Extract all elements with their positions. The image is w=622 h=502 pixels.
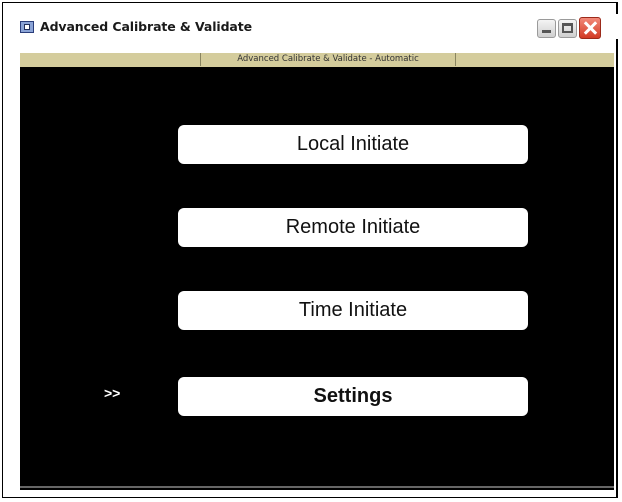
- window-title: Advanced Calibrate & Validate: [40, 19, 253, 34]
- mode-header-label: Advanced Calibrate & Validate - Automati…: [200, 53, 456, 66]
- time-initiate-button[interactable]: Time Initiate: [178, 291, 528, 330]
- minimize-icon[interactable]: [537, 19, 556, 38]
- local-initiate-button[interactable]: Local Initiate: [178, 125, 528, 164]
- title-bar[interactable]: Advanced Calibrate & Validate: [14, 14, 622, 39]
- bottom-divider: [20, 486, 614, 488]
- close-icon[interactable]: [579, 17, 601, 39]
- app-window-icon[interactable]: [20, 21, 34, 33]
- settings-button[interactable]: Settings: [178, 377, 528, 416]
- mode-header-bar: Advanced Calibrate & Validate - Automati…: [20, 52, 614, 68]
- maximize-icon[interactable]: [558, 19, 577, 38]
- main-panel: Local Initiate Remote Initiate Time Init…: [20, 67, 614, 490]
- remote-initiate-button[interactable]: Remote Initiate: [178, 208, 528, 247]
- selection-marker: >>: [104, 385, 121, 401]
